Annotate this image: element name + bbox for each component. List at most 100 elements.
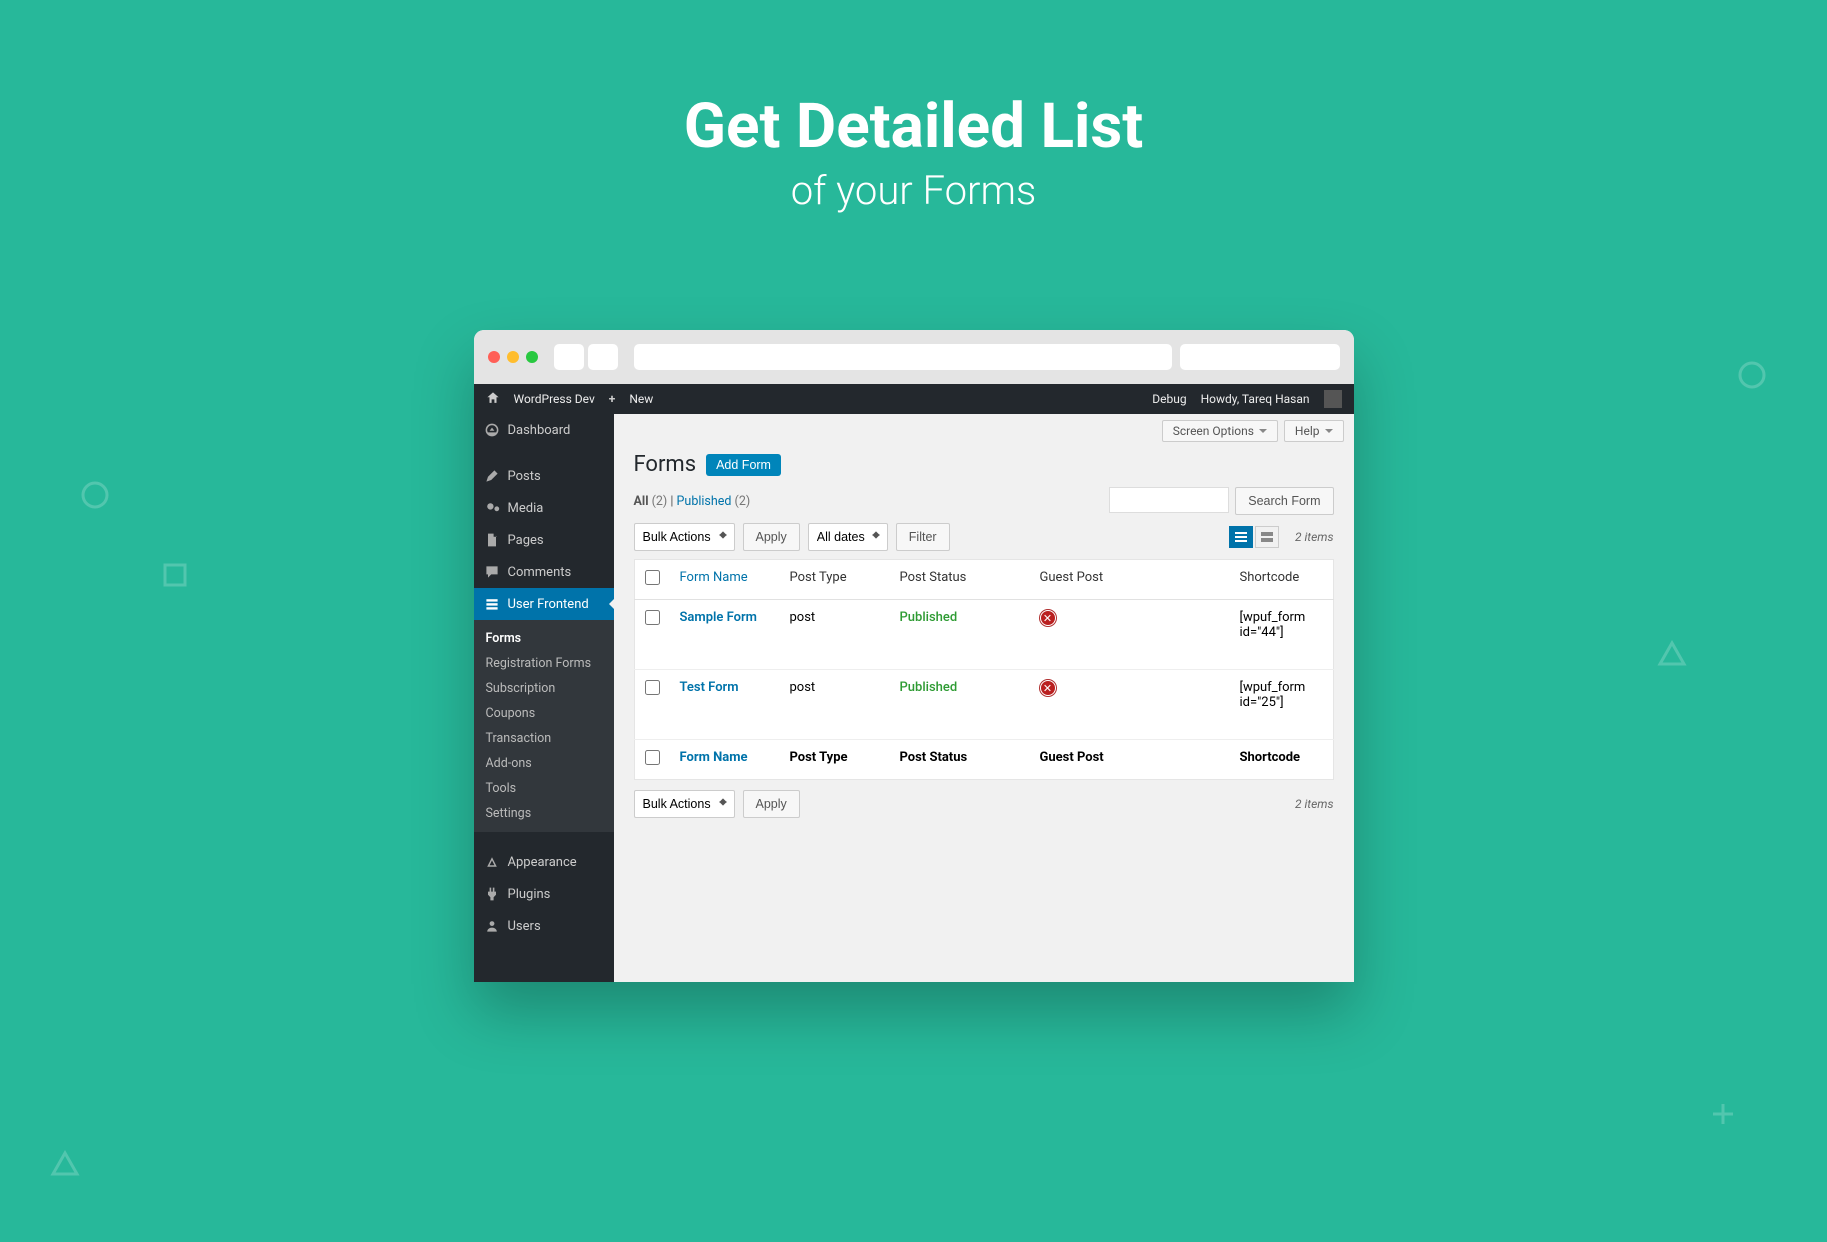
cell-shortcode: [wpuf_form id="44"] [1230,600,1334,670]
page-title: Forms [634,452,697,477]
col-guest-post: Guest Post [1030,560,1230,600]
forms-table: Form Name Post Type Post Status Guest Po… [634,559,1334,780]
nav-back[interactable] [554,344,584,370]
row-checkbox[interactable] [645,680,660,695]
main-content: Screen Options Help Forms Add Form All (… [614,414,1354,982]
guest-post-no-icon: ✕ [1040,680,1056,696]
search-bar[interactable] [1180,344,1340,370]
row-checkbox[interactable] [645,610,660,625]
date-filter-select[interactable]: All dates [808,523,888,551]
apply-button-top[interactable]: Apply [743,523,800,551]
status-filter-links: All (2) | Published (2) [634,494,751,509]
site-link[interactable]: WordPress Dev [514,392,595,406]
menu-media-label: Media [508,501,544,516]
wp-admin-bar: WordPress Dev + New Debug Howdy, Tareq H… [474,384,1354,414]
menu-posts[interactable]: Posts [474,460,614,492]
guest-post-no-icon: ✕ [1040,610,1056,626]
view-list-button[interactable] [1229,526,1253,548]
bulk-actions-select[interactable]: Bulk Actions [634,523,735,551]
howdy-link[interactable]: Howdy, Tareq Hasan [1201,392,1310,406]
submenu-tools[interactable]: Tools [474,776,614,801]
menu-comments-label: Comments [508,565,572,580]
add-form-button[interactable]: Add Form [706,454,781,476]
menu-comments[interactable]: Comments [474,556,614,588]
admin-sidebar: Dashboard Posts Media Pages Comments U [474,414,614,982]
cell-shortcode: [wpuf_form id="25"] [1230,670,1334,740]
hero-title: Get Detailed List [0,90,1827,163]
menu-plugins-label: Plugins [508,887,551,902]
submenu-subscription[interactable]: Subscription [474,676,614,701]
plus-icon: + [609,392,616,406]
search-button[interactable]: Search Form [1235,487,1333,515]
home-icon [486,391,500,408]
avatar [1324,390,1342,408]
zoom-dot[interactable] [526,351,538,363]
caret-down-icon [1259,429,1267,437]
status-published[interactable]: Published [677,494,732,509]
col-post-status-foot: Post Status [890,740,1030,780]
cell-status: Published [900,610,958,625]
col-post-type-foot: Post Type [780,740,890,780]
form-name-link[interactable]: Sample Form [680,610,757,625]
menu-plugins[interactable]: Plugins [474,878,614,910]
status-all-count: (2) [652,494,668,509]
menu-dashboard-label: Dashboard [508,423,571,438]
status-all[interactable]: All [634,494,649,509]
col-post-status: Post Status [890,560,1030,600]
items-count-bottom: 2 items [1295,797,1334,811]
submenu-addons[interactable]: Add-ons [474,751,614,776]
col-shortcode-foot: Shortcode [1230,740,1334,780]
apply-button-bottom[interactable]: Apply [743,790,800,818]
select-all-top[interactable] [645,570,660,585]
col-form-name-foot[interactable]: Form Name [680,750,748,765]
menu-pages[interactable]: Pages [474,524,614,556]
search-input[interactable] [1109,487,1229,513]
hero: Get Detailed List of your Forms [0,0,1827,214]
table-row: Test Form post Published ✕ [wpuf_form id… [634,670,1333,740]
submenu-forms[interactable]: Forms [474,626,614,651]
submenu-user-frontend: Forms Registration Forms Subscription Co… [474,620,614,832]
submenu-registration[interactable]: Registration Forms [474,651,614,676]
menu-appearance[interactable]: Appearance [474,846,614,878]
select-all-bottom[interactable] [645,750,660,765]
col-post-type: Post Type [780,560,890,600]
menu-posts-label: Posts [508,469,541,484]
caret-down-icon [1325,429,1333,437]
form-name-link[interactable]: Test Form [680,680,739,695]
menu-users[interactable]: Users [474,910,614,942]
menu-pages-label: Pages [508,533,544,548]
menu-user-frontend[interactable]: User Frontend [474,588,614,620]
debug-link[interactable]: Debug [1152,392,1186,406]
traffic-lights [488,351,538,363]
menu-media[interactable]: Media [474,492,614,524]
submenu-settings[interactable]: Settings [474,801,614,826]
menu-dashboard[interactable]: Dashboard [474,414,614,446]
address-bar[interactable] [634,344,1172,370]
minimize-dot[interactable] [507,351,519,363]
submenu-transaction[interactable]: Transaction [474,726,614,751]
table-row: Sample Form post Published ✕ [wpuf_form … [634,600,1333,670]
menu-appearance-label: Appearance [508,855,577,870]
menu-users-label: Users [508,919,541,934]
hero-subtitle: of your Forms [0,167,1827,214]
filter-button[interactable]: Filter [896,523,950,551]
help-button[interactable]: Help [1284,420,1344,442]
screen-options-button[interactable]: Screen Options [1162,420,1278,442]
browser-window: WordPress Dev + New Debug Howdy, Tareq H… [474,330,1354,982]
col-guest-post-foot: Guest Post [1030,740,1230,780]
submenu-coupons[interactable]: Coupons [474,701,614,726]
close-dot[interactable] [488,351,500,363]
browser-titlebar [474,330,1354,384]
cell-status: Published [900,680,958,695]
nav-forward[interactable] [588,344,618,370]
col-shortcode: Shortcode [1230,560,1334,600]
menu-user-frontend-label: User Frontend [508,597,589,612]
cell-post-type: post [780,600,890,670]
cell-post-type: post [780,670,890,740]
new-link[interactable]: New [629,392,653,406]
nav-buttons [554,344,618,370]
col-form-name[interactable]: Form Name [680,570,748,585]
view-excerpt-button[interactable] [1255,526,1279,548]
items-count-top: 2 items [1295,530,1334,544]
bulk-actions-select-bottom[interactable]: Bulk Actions [634,790,735,818]
